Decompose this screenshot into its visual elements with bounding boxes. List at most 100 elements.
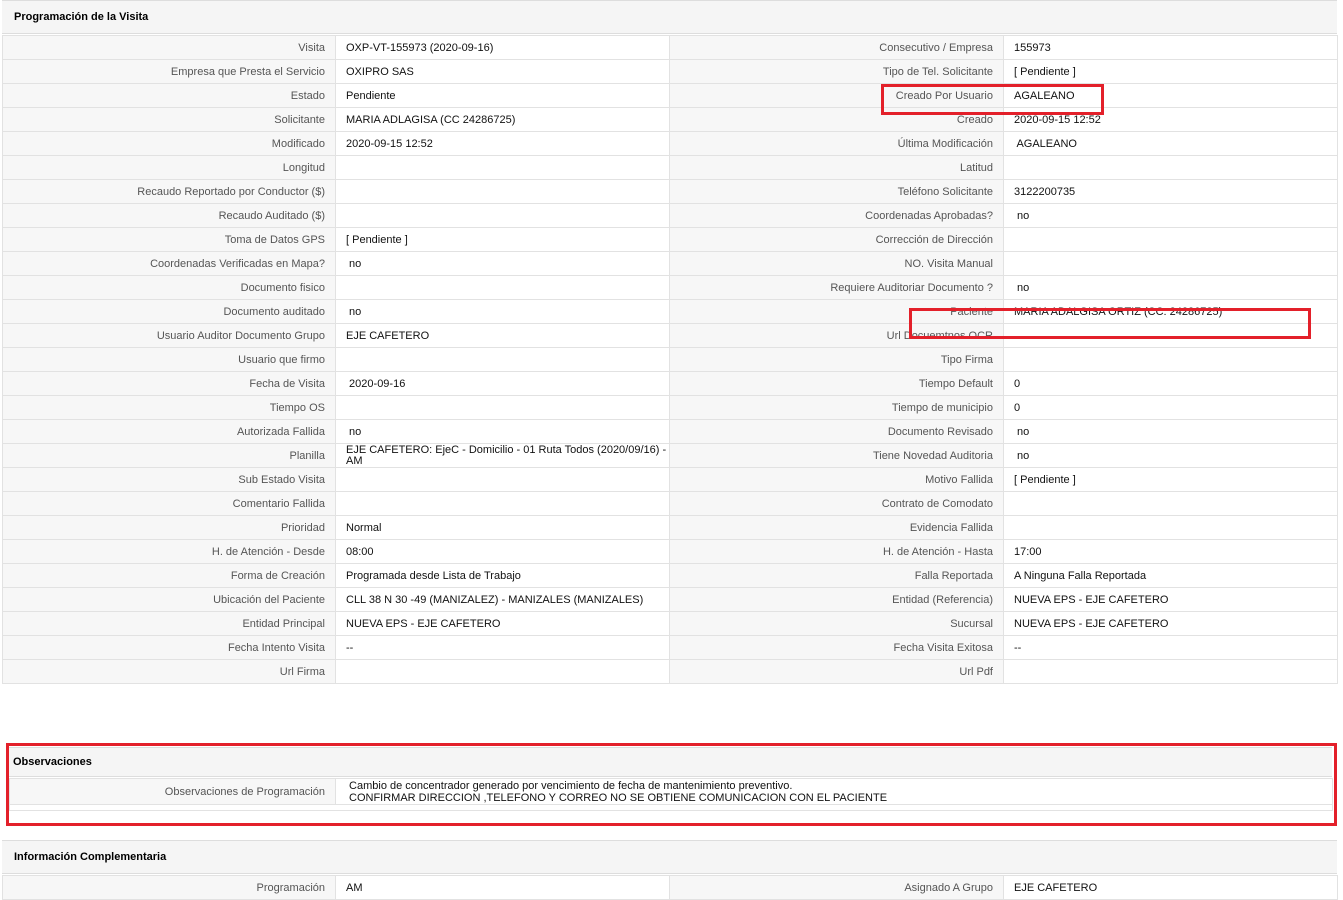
observaciones-line2: CONFIRMAR DIRECCION ,TELEFONO Y CORREO N…: [349, 791, 888, 804]
field-value: NUEVA EPS - EJE CAFETERO: [335, 611, 670, 636]
field-value: NUEVA EPS - EJE CAFETERO: [1003, 611, 1338, 636]
field-label: Recaudo Auditado ($): [2, 203, 336, 228]
info-header: Información Complementaria: [2, 840, 1337, 874]
field-value: A Ninguna Falla Reportada: [1003, 563, 1338, 588]
table-row: Tiempo OS Tiempo de municipio 0: [2, 395, 1338, 420]
field-label: Evidencia Fallida: [669, 515, 1004, 540]
field-value: no: [1003, 419, 1338, 444]
field-value: [1003, 491, 1338, 516]
field-label: Solicitante: [2, 107, 336, 132]
table-row: Autorizada Fallida no Documento Revisado …: [2, 419, 1338, 444]
field-label: Tiempo de municipio: [669, 395, 1004, 420]
table-row: H. de Atención - Desde 08:00 H. de Atenció…: [2, 539, 1338, 564]
field-value: EJE CAFETERO: [1003, 875, 1338, 900]
table-row: Documento fisico Requiere Auditoriar Docu…: [2, 275, 1338, 300]
field-value: Programada desde Lista de Trabajo: [335, 563, 670, 588]
field-label: Coordenadas Verificadas en Mapa?: [2, 251, 336, 276]
table-row: Recaudo Auditado ($) Coordenadas Aprobada…: [2, 203, 1338, 228]
field-label: Empresa que Presta el Servicio: [2, 59, 336, 84]
table-row: Observaciones de Programación Cambio de …: [9, 778, 1333, 805]
field-label: Estado: [2, 83, 336, 108]
table-row: Programación AM Asignado A Grupo EJE CAFETE…: [2, 875, 1338, 900]
field-label: Fecha Intento Visita: [2, 635, 336, 660]
field-label: NO. Visita Manual: [669, 251, 1004, 276]
field-label: Programación: [2, 875, 336, 900]
field-label: Contrato de Comodato: [669, 491, 1004, 516]
field-value: no: [1003, 275, 1338, 300]
table-row: Solicitante MARIA ADLAGISA (CC 24286725) C…: [2, 107, 1338, 132]
field-label: Asignado A Grupo: [669, 875, 1004, 900]
field-value: OXP-VT-155973 (2020-09-16): [335, 35, 670, 60]
field-label: H. de Atención - Desde: [2, 539, 336, 564]
table-row: Entidad Principal NUEVA EPS - EJE CAFETER…: [2, 611, 1338, 636]
field-label: Tiempo Default: [669, 371, 1004, 396]
field-label: Toma de Datos GPS: [2, 227, 336, 252]
field-value: MARIA ADALGISA ORTIZ (CC: 24286725): [1003, 299, 1338, 324]
table-row: Forma de Creación Programada desde Lista …: [2, 563, 1338, 588]
table-row: Recaudo Reportado por Conductor ($) Teléf…: [2, 179, 1338, 204]
field-label: Modificado: [2, 131, 336, 156]
field-label: Teléfono Solicitante: [669, 179, 1004, 204]
field-label: Forma de Creación: [2, 563, 336, 588]
field-label: Documento Revisado: [669, 419, 1004, 444]
field-value: [335, 467, 670, 492]
field-value: Normal: [335, 515, 670, 540]
field-value: 2020-09-15 12:52: [335, 131, 670, 156]
field-value: AGALEANO: [1003, 131, 1338, 156]
field-label: Fecha Visita Exitosa: [669, 635, 1004, 660]
table-row: Empresa que Presta el Servicio OXIPRO SAS…: [2, 59, 1338, 84]
table-row: Usuario Auditor Documento Grupo EJE CAFET…: [2, 323, 1338, 348]
field-value: [1003, 659, 1338, 684]
table-row: Estado Pendiente Creado Por Usuario AGALEAN…: [2, 83, 1338, 108]
field-label: Recaudo Reportado por Conductor ($): [2, 179, 336, 204]
field-value: [1003, 251, 1338, 276]
field-label: Url Pdf: [669, 659, 1004, 684]
field-label: Creado Por Usuario: [669, 83, 1004, 108]
field-label: Prioridad: [2, 515, 336, 540]
field-value: no: [335, 251, 670, 276]
field-label: Sub Estado Visita: [2, 467, 336, 492]
table-row: Modificado 2020-09-15 12:52 Última Modific…: [2, 131, 1338, 156]
table-row: [9, 804, 1333, 811]
info-title: Información Complementaria: [14, 851, 167, 863]
field-label: Visita: [2, 35, 336, 60]
table-row: Fecha Intento Visita -- Fecha Visita Exito…: [2, 635, 1338, 660]
field-label: Fecha de Visita: [2, 371, 336, 396]
field-label: Url Firma: [2, 659, 336, 684]
field-label: Comentario Fallida: [2, 491, 336, 516]
field-value: 3122200735: [1003, 179, 1338, 204]
field-value: MARIA ADLAGISA (CC 24286725): [335, 107, 670, 132]
field-label: Falla Reportada: [669, 563, 1004, 588]
field-label: Ubicación del Paciente: [2, 587, 336, 612]
field-value: [1003, 347, 1338, 372]
field-value: [1003, 323, 1338, 348]
field-value: no: [335, 419, 670, 444]
field-value: CLL 38 N 30 -49 (MANIZALEZ) - MANIZALES …: [335, 587, 670, 612]
field-label: Url Docuemtnos OCR: [669, 323, 1004, 348]
table-row: Coordenadas Verificadas en Mapa? no NO. V…: [2, 251, 1338, 276]
field-label: Planilla: [2, 443, 336, 468]
field-label: Tipo de Tel. Solicitante: [669, 59, 1004, 84]
observaciones-table: Observaciones de Programación Cambio de …: [9, 778, 1333, 811]
observaciones-title: Observaciones: [13, 756, 92, 768]
field-value: [1003, 515, 1338, 540]
table-row: Planilla EJE CAFETERO: EjeC - Domicilio -…: [2, 443, 1338, 468]
field-value: 0: [1003, 371, 1338, 396]
field-value: [ Pendiente ]: [1003, 59, 1338, 84]
observaciones-value: Cambio de concentrador generado por venc…: [335, 778, 1333, 805]
field-value: 2020-09-15 12:52: [1003, 107, 1338, 132]
field-value: AM: [335, 875, 670, 900]
field-value: [335, 659, 670, 684]
field-label: Requiere Auditoriar Documento ?: [669, 275, 1004, 300]
field-value: --: [335, 635, 670, 660]
field-label: Latitud: [669, 155, 1004, 180]
field-label: Autorizada Fallida: [2, 419, 336, 444]
field-value: [335, 395, 670, 420]
table-row: Comentario Fallida Contrato de Comodato: [2, 491, 1338, 516]
field-value: no: [335, 299, 670, 324]
table-row: Fecha de Visita 2020-09-16 Tiempo Default…: [2, 371, 1338, 396]
field-value: [335, 179, 670, 204]
field-label: Documento fisico: [2, 275, 336, 300]
field-label: H. de Atención - Hasta: [669, 539, 1004, 564]
field-value: [1003, 155, 1338, 180]
